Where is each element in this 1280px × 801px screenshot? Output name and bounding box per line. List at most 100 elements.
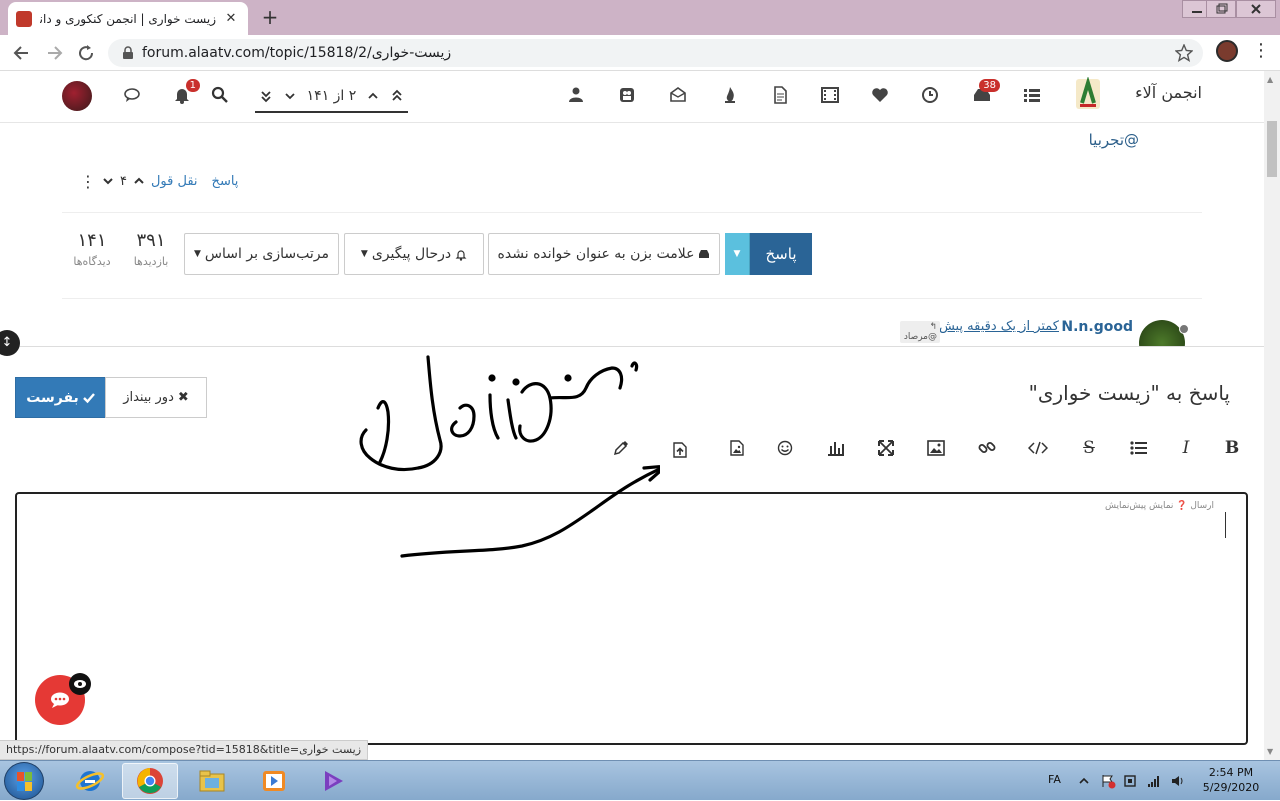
prev-page-chevron-up-icon[interactable]: [366, 89, 380, 103]
page-scrollbar[interactable]: ▲ ▼: [1264, 71, 1280, 760]
video-film-icon[interactable]: [820, 85, 840, 105]
post-mention-text: @تجربیا: [1088, 131, 1139, 149]
topic-reply-button[interactable]: ▼ پاسخ: [725, 233, 812, 275]
submit-button[interactable]: بفرست: [15, 377, 106, 418]
language-indicator[interactable]: FA: [1048, 773, 1061, 786]
reply-dropdown-caret-icon[interactable]: ▼: [725, 233, 750, 275]
italic-icon[interactable]: I: [1175, 437, 1197, 459]
restore-window-button[interactable]: [1206, 0, 1236, 18]
link-icon[interactable]: [976, 437, 998, 459]
picture-icon[interactable]: [925, 437, 947, 459]
user-avatar[interactable]: [62, 81, 92, 111]
link-status-bar: https://forum.alaatv.com/compose?tid=158…: [0, 740, 369, 760]
new-tab-button[interactable]: +: [258, 6, 282, 30]
scroll-up-icon[interactable]: ▲: [1267, 75, 1273, 84]
chat-fab-button[interactable]: [35, 673, 91, 725]
address-bar[interactable]: forum.alaatv.com/topic/15818/2/زیست-خوار…: [108, 39, 1203, 67]
media-player-icon[interactable]: [246, 763, 302, 799]
bookmark-star-icon[interactable]: [1175, 44, 1193, 62]
inbox-icon: [698, 248, 710, 260]
chat-badge: 38: [979, 79, 1000, 92]
volume-speaker-icon[interactable]: [1170, 773, 1186, 789]
quote-link[interactable]: نقل قول: [151, 174, 198, 189]
lock-icon: [122, 46, 134, 60]
presence-dot: [1179, 324, 1189, 334]
fullscreen-icon[interactable]: [875, 437, 897, 459]
posts-value: ۱۴۱: [77, 230, 107, 251]
post-author-name[interactable]: N.n.good: [1061, 319, 1133, 335]
file-explorer-icon[interactable]: [184, 763, 240, 799]
forum-brand[interactable]: انجمن آلاء: [1135, 83, 1202, 102]
network-signal-icon[interactable]: [1146, 773, 1162, 789]
list-icon[interactable]: [1128, 437, 1150, 459]
recent-clock-icon[interactable]: [920, 85, 940, 105]
next-page-chevron-down-icon[interactable]: [283, 89, 297, 103]
browser-menu-icon[interactable]: ⋮: [1252, 42, 1270, 62]
fire-icon[interactable]: [720, 85, 740, 105]
scrollbar-thumb[interactable]: [1267, 121, 1277, 177]
forward-arrow-icon[interactable]: [42, 41, 66, 65]
chat-inbox-icon[interactable]: 38: [972, 79, 1000, 105]
chart-icon[interactable]: [825, 437, 847, 459]
internet-explorer-icon[interactable]: [62, 763, 118, 799]
users-icon[interactable]: [566, 85, 586, 105]
check-icon: [82, 392, 95, 404]
unread-envelope-icon[interactable]: [668, 85, 688, 105]
reply-link[interactable]: پاسخ: [212, 174, 239, 189]
post-tools-menu-icon[interactable]: ⋮: [80, 172, 96, 191]
forum-logo[interactable]: [1074, 77, 1102, 111]
groups-icon[interactable]: [617, 85, 637, 105]
system-clock[interactable]: 2:54 PM 5/29/2020: [1196, 765, 1266, 795]
back-arrow-icon[interactable]: [10, 41, 34, 65]
reload-icon[interactable]: [74, 41, 98, 65]
last-page-double-chevron-icon[interactable]: [259, 89, 273, 103]
views-label: بازدیدها: [133, 255, 169, 268]
close-window-button[interactable]: [1236, 0, 1276, 18]
color-picker-icon[interactable]: [610, 437, 632, 459]
scroll-down-icon[interactable]: ▼: [1267, 747, 1273, 756]
chrome-app-icon[interactable]: [122, 763, 178, 799]
strikethrough-icon[interactable]: S: [1078, 437, 1100, 459]
image-upload-icon[interactable]: [726, 437, 748, 459]
preview-toggle[interactable]: ارسال ❓ نمایش پیش‌نمایش: [1105, 501, 1214, 511]
visual-studio-icon[interactable]: [306, 763, 362, 799]
search-icon[interactable]: [210, 85, 230, 105]
popular-heart-icon[interactable]: [870, 85, 890, 105]
reply-to-tag[interactable]: ↰ @مرصاد: [900, 321, 940, 343]
views-stat: ۳۹۱ بازدیدها: [126, 230, 176, 268]
file-upload-icon[interactable]: [669, 439, 691, 461]
sort-dropdown-button[interactable]: مرتب‌سازی بر اساس ▼: [184, 233, 339, 275]
windows-taskbar: FA 2:54 PM 5/29/2020: [0, 760, 1280, 800]
emoji-icon[interactable]: [774, 437, 796, 459]
watching-label: درحال پیگیری: [371, 246, 452, 262]
composer-textarea[interactable]: ارسال ❓ نمایش پیش‌نمایش: [15, 492, 1248, 745]
tab-title: زیست خواری | انجمن کنکوری و دانش آموزی آ…: [40, 11, 216, 26]
post-timestamp[interactable]: کمتر از یک دقیقه پیش: [939, 319, 1059, 334]
watching-dropdown-button[interactable]: درحال پیگیری ▼: [344, 233, 484, 275]
eye-icon: [69, 673, 91, 695]
browser-tab[interactable]: زیست خواری | انجمن کنکوری و دانش آموزی آ…: [8, 2, 248, 35]
pager-position-text[interactable]: ۲ از ۱۴۱: [307, 88, 357, 104]
bold-icon[interactable]: B: [1221, 437, 1243, 459]
discard-button[interactable]: ✖ دور بینداز: [105, 377, 207, 418]
start-button[interactable]: [4, 762, 44, 800]
device-icon[interactable]: [1122, 773, 1138, 789]
latest-post-header: N.n.good کمتر از یک دقیقه پیش ↰ @مرصاد: [900, 318, 1195, 366]
tray-expand-icon[interactable]: [1076, 773, 1092, 789]
notification-badge: 1: [185, 79, 200, 92]
categories-list-icon[interactable]: [1022, 85, 1042, 105]
action-center-flag-icon[interactable]: [1100, 773, 1116, 789]
upvote-chevron-up-icon[interactable]: [133, 175, 145, 187]
profile-avatar[interactable]: [1216, 40, 1238, 62]
notifications-bell-icon[interactable]: 1: [172, 79, 200, 105]
topic-reply-label: پاسخ: [750, 233, 812, 275]
close-icon: ✖: [177, 390, 189, 405]
downvote-chevron-down-icon[interactable]: [102, 175, 114, 187]
reply-to-name: @مرصاد: [903, 332, 937, 342]
first-page-double-chevron-icon[interactable]: [390, 89, 404, 103]
mark-unread-button[interactable]: علامت بزن به عنوان خوانده نشده: [488, 233, 720, 275]
close-tab-icon[interactable]: ✕: [222, 10, 240, 28]
document-icon[interactable]: [770, 85, 790, 105]
chats-bubble-icon[interactable]: [122, 85, 142, 105]
code-icon[interactable]: [1027, 437, 1049, 459]
